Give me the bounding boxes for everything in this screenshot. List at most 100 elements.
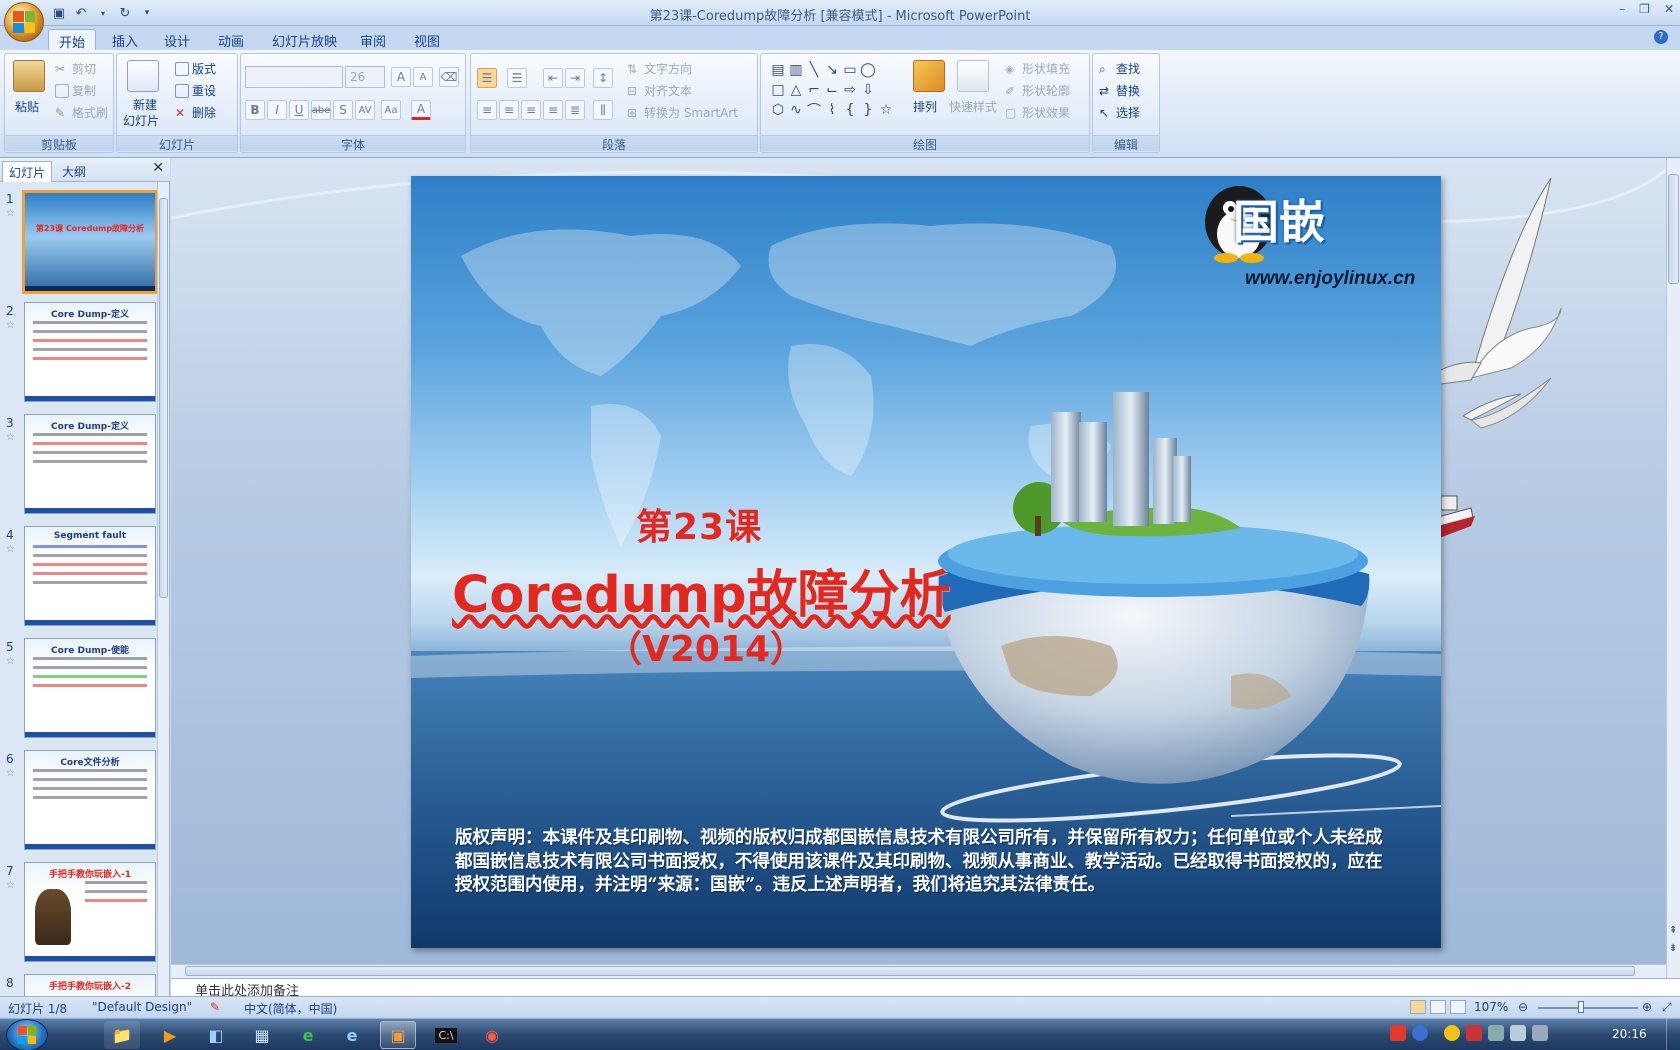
shape-fill-button[interactable]: ◈ 形状填充	[1005, 60, 1070, 77]
copy-button[interactable]: 复制	[55, 82, 96, 99]
star-shape-icon[interactable]: ☆	[877, 100, 895, 120]
strikethrough-button[interactable]: abe	[311, 100, 331, 120]
arrow-line-icon[interactable]: ↘	[823, 60, 841, 80]
align-text-button[interactable]: ⊟ 对齐文本	[627, 82, 692, 99]
columns-icon[interactable]: ⫼	[593, 100, 613, 120]
textbox-icon[interactable]: ▤	[769, 60, 787, 80]
minimize-button[interactable]: –	[1619, 2, 1625, 16]
ime-tray-icon[interactable]	[1390, 1025, 1406, 1041]
italic-button[interactable]: I	[267, 100, 287, 120]
format-painter-button[interactable]: ✎ 格式刷	[55, 104, 108, 121]
browser-taskbar-icon[interactable]: e	[334, 1021, 370, 1049]
text-direction-button[interactable]: ⇅ 文字方向	[627, 60, 692, 77]
language-indicator[interactable]: 中文(简体，中国)	[244, 1000, 337, 1017]
canvas-vertical-scrollbar[interactable]: ⇞ ⇟	[1666, 158, 1680, 980]
zoom-level[interactable]: 107%	[1474, 1000, 1508, 1014]
right-arrow-icon[interactable]: ⇨	[841, 80, 859, 100]
tab-design[interactable]: 设计	[154, 29, 200, 50]
quick-styles-icon[interactable]	[957, 60, 989, 92]
help-icon[interactable]: ?	[1654, 30, 1668, 44]
notes-pane[interactable]: 单击此处添加备注	[171, 978, 1680, 996]
tab-slides[interactable]: 幻灯片	[2, 161, 53, 182]
triangle-icon[interactable]: △	[787, 80, 805, 100]
font-size-combo[interactable]: 26	[345, 66, 385, 88]
restore-button[interactable]: ❐	[1639, 2, 1650, 16]
increase-indent-icon[interactable]: ⇥	[565, 68, 585, 88]
brace-left-icon[interactable]: {	[841, 100, 859, 120]
arrange-button[interactable]: 排列	[913, 98, 937, 115]
pane-scroll-thumb[interactable]	[159, 198, 168, 598]
show-desktop-button[interactable]	[1666, 1019, 1680, 1050]
vertical-textbox-icon[interactable]: ▥	[787, 60, 805, 80]
prev-slide-icon[interactable]: ⇞	[1669, 925, 1677, 936]
slide-thumbnail[interactable]: 手把手教你玩嵌入-1	[24, 862, 156, 962]
freeform-icon[interactable]: ⌇	[823, 100, 841, 120]
rect-shape-icon[interactable]: □	[769, 80, 787, 100]
signal-tray-icon[interactable]	[1532, 1025, 1548, 1041]
slide-title[interactable]: Coredump故障分析	[452, 553, 951, 627]
canvas-scroll-thumb[interactable]	[1668, 174, 1679, 284]
shape-outline-button[interactable]: ✐ 形状轮廓	[1005, 82, 1070, 99]
terminal-taskbar-icon[interactable]: C:\	[428, 1021, 464, 1049]
zoom-in-icon[interactable]: ⊕	[1642, 1000, 1652, 1014]
thumbnail-list[interactable]: 1 ☆ 第23课 Coredump故障分析 2 ☆ Core Dump-定义 3…	[0, 182, 158, 996]
change-case-button[interactable]: Aa	[381, 100, 401, 120]
battery-tray-icon[interactable]	[1488, 1025, 1504, 1041]
new-slide-label-1[interactable]: 新建	[133, 96, 157, 113]
smartart-button[interactable]: ⊞ 转换为 SmartArt	[627, 104, 738, 121]
shadow-button[interactable]: S	[333, 100, 353, 120]
slide-sorter-icon[interactable]	[1430, 1000, 1446, 1014]
curve-icon[interactable]: ∿	[787, 100, 805, 120]
office-button[interactable]	[4, 2, 44, 42]
lesson-number[interactable]: 第23课	[636, 498, 762, 550]
oval-icon[interactable]: ◯	[859, 60, 877, 80]
spelling-icon[interactable]: ✎	[210, 1000, 220, 1014]
close-pane-icon[interactable]: ✕	[152, 160, 164, 176]
line-icon[interactable]: ╲	[805, 60, 823, 80]
align-left-icon[interactable]: ≡	[477, 100, 497, 120]
slide-version[interactable]: （V2014）	[606, 620, 806, 672]
explorer-taskbar-icon[interactable]: 📁	[104, 1021, 140, 1049]
outlook-taskbar-icon[interactable]: ◧	[198, 1021, 234, 1049]
bold-button[interactable]: B	[245, 100, 265, 120]
new-slide-icon[interactable]	[127, 60, 159, 92]
start-button[interactable]	[6, 1019, 48, 1050]
replace-button[interactable]: ⇄ 替换	[1099, 82, 1140, 99]
slide-thumbnail[interactable]: Core Dump-使能	[24, 638, 156, 738]
bullets-icon[interactable]: ☰	[477, 68, 497, 88]
distribute-icon[interactable]: ≣	[565, 100, 585, 120]
tab-animations[interactable]: 动画	[208, 29, 254, 50]
slide-thumbnail[interactable]: 手把手教你玩嵌入-2	[24, 974, 156, 996]
slide-thumbnail[interactable]: Core Dump-定义	[24, 302, 156, 402]
grow-font-button[interactable]: A	[391, 67, 411, 87]
align-center-icon[interactable]: ≡	[499, 100, 519, 120]
slide-thumbnail[interactable]: Segment fault	[24, 526, 156, 626]
find-button[interactable]: ⌕ 查找	[1099, 60, 1140, 77]
new-slide-label-2[interactable]: 幻灯片	[123, 112, 159, 129]
justify-icon[interactable]: ≡	[543, 100, 563, 120]
arc-icon[interactable]: ⌒	[805, 100, 823, 120]
volume-tray-icon[interactable]	[1510, 1025, 1526, 1041]
close-button[interactable]: ✕	[1664, 2, 1674, 16]
help-tray-icon[interactable]	[1412, 1025, 1428, 1041]
font-name-combo[interactable]	[245, 66, 343, 88]
normal-view-icon[interactable]	[1410, 1000, 1426, 1014]
shapes-gallery[interactable]: ▤ ▥ ╲ ↘ ▭ ◯ □ △ ⌐ ⌙ ⇨ ⇩ ⬡ ∿ ⌒ ⌇{} ☆	[769, 60, 913, 120]
underline-button[interactable]: U	[289, 100, 309, 120]
ie-taskbar-icon[interactable]: e	[290, 1021, 326, 1049]
fit-window-icon[interactable]: ⤢	[1662, 1000, 1672, 1015]
paste-button[interactable]: 粘贴	[15, 98, 39, 115]
slide-thumbnail[interactable]: Core文件分析	[24, 750, 156, 850]
next-slide-icon[interactable]: ⇟	[1669, 943, 1677, 954]
arrange-icon[interactable]	[913, 60, 945, 92]
brace-right-icon[interactable]: }	[859, 100, 877, 120]
quick-styles-button[interactable]: 快速样式	[949, 98, 997, 115]
copyright-notice[interactable]: 版权声明：本课件及其印刷物、视频的版权归成都国嵌信息技术有限公司所有，并保留所有…	[455, 827, 1385, 898]
canvas-horizontal-scrollbar[interactable]	[171, 964, 1666, 978]
cut-button[interactable]: ✂ 剪切	[55, 60, 96, 77]
shrink-font-button[interactable]: A	[413, 67, 433, 87]
tab-home[interactable]: 开始	[48, 29, 97, 51]
pane-scrollbar[interactable]	[157, 182, 169, 996]
security-tray-icon[interactable]	[1466, 1025, 1482, 1041]
elbow-arrow-icon[interactable]: ⌙	[823, 80, 841, 100]
